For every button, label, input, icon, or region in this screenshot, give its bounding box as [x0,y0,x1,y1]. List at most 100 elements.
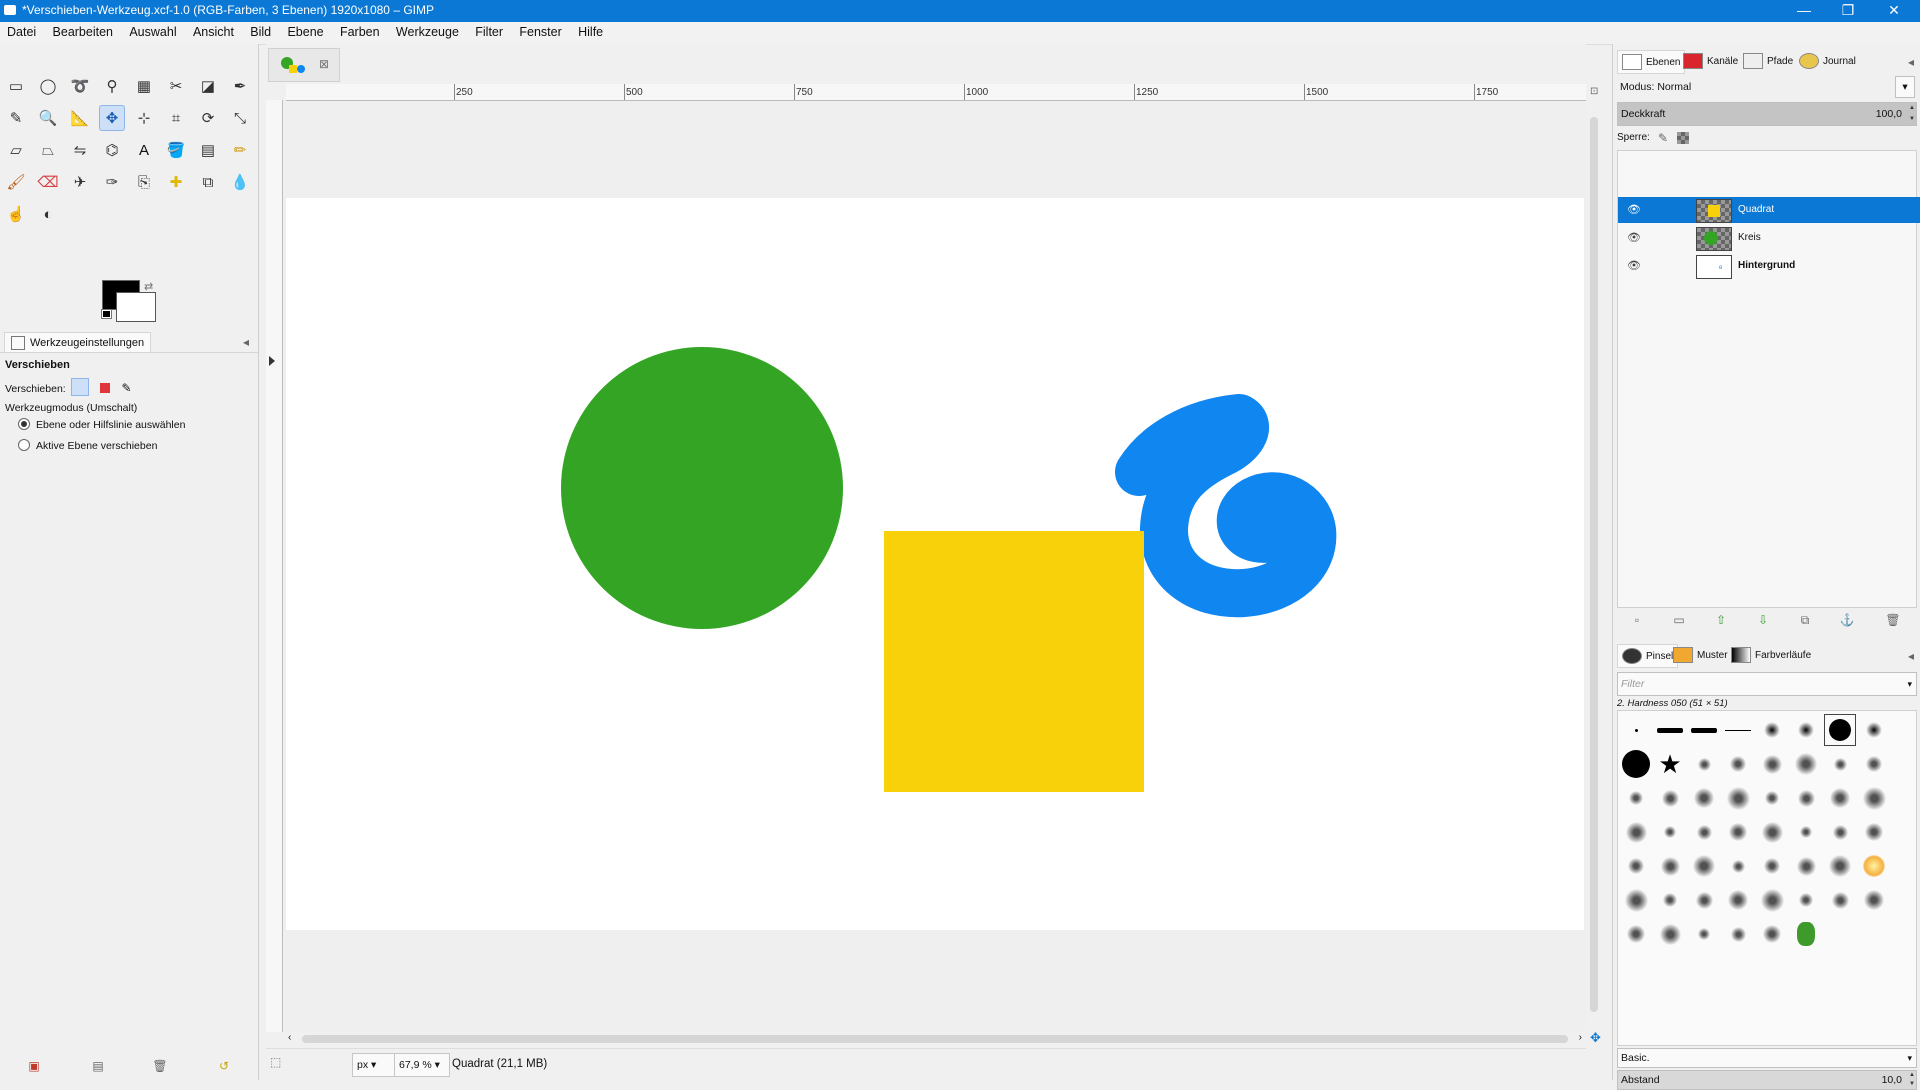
brush-preset-item[interactable] [1791,851,1821,881]
brush-preset-item[interactable] [1621,885,1651,915]
brush-preset-item[interactable] [1825,885,1855,915]
free-select-icon[interactable]: ➰ [67,73,93,99]
brush-preset-item[interactable] [1689,817,1719,847]
brush-preset-item[interactable] [1757,749,1787,779]
brush-preset-item[interactable] [1825,817,1855,847]
configure-tab-icon[interactable]: ◂ [238,334,254,350]
vertical-scroll-thumb[interactable] [1590,117,1598,1012]
blur-icon[interactable]: 💧 [227,169,253,195]
brush-preset-item[interactable] [1757,783,1787,813]
canvas-viewport[interactable] [284,101,1586,1030]
close-button[interactable]: ✕ [1872,0,1916,22]
default-colors-icon[interactable] [102,310,111,318]
radio-move-active-dot[interactable] [18,439,30,451]
brush-preset-item[interactable] [1723,919,1753,949]
spacing-spinner-icon[interactable]: ▲ ▼ [1908,1071,1916,1089]
tab-gradients[interactable]: Farbverläufe [1731,644,1811,666]
cage-icon[interactable]: ⌬ [99,137,125,163]
layer-row-hintergrund[interactable]: 👁 ɞ Hintergrund [1618,253,1920,279]
brush-preset-item[interactable] [1825,851,1855,881]
brush-preset-item[interactable] [1689,749,1719,779]
heal-icon[interactable]: ✚ [163,169,189,195]
brush-preset-item[interactable] [1757,885,1787,915]
delete-layer-icon[interactable]: 🗑 [1885,612,1901,628]
perspective-clone-icon[interactable]: ⧉ [195,169,221,195]
brush-preset-item[interactable] [1689,783,1719,813]
menu-auswahl[interactable]: Auswahl [122,22,182,39]
opacity-slider[interactable]: Deckkraft 100,0 ▲ ▼ [1617,102,1917,126]
background-color-swatch[interactable] [116,292,156,322]
dodge-burn-icon[interactable]: ◐ [35,201,61,227]
brush-preset-item[interactable] [1655,919,1685,949]
tab-patterns[interactable]: Muster [1673,644,1728,666]
fuzzy-select-icon[interactable]: ⚲ [99,73,125,99]
radio-move-active[interactable]: Aktive Ebene verschieben [18,439,157,452]
scroll-left-icon[interactable]: ‹ [288,1032,291,1043]
brush-preset-item[interactable] [1655,851,1685,881]
brush-preset-item[interactable] [1825,749,1855,779]
brush-preset-item[interactable] [1859,851,1889,881]
color-select-icon[interactable]: ▦ [131,73,157,99]
layer-row-quadrat[interactable]: 👁 Quadrat [1618,197,1920,223]
brush-preset-item[interactable] [1621,817,1651,847]
brush-preset-item[interactable] [1621,715,1651,745]
brush-preset-item[interactable] [1791,749,1821,779]
tab-layers[interactable]: Ebenen [1617,50,1686,74]
horizontal-scroll-thumb[interactable] [302,1035,1568,1043]
menu-ansicht[interactable]: Ansicht [186,22,240,39]
move-layer-icon[interactable] [70,378,89,396]
visibility-eye-icon[interactable]: 👁 [1627,259,1641,273]
brush-preset-dropdown-icon[interactable]: ▾ [1907,1049,1912,1067]
quick-mask-icon[interactable]: ⬚ [270,1055,281,1069]
brush-preset-item[interactable] [1791,715,1821,745]
radio-pick-layer-dot[interactable] [18,418,30,430]
brush-preset-item[interactable] [1621,783,1651,813]
move-icon[interactable]: ✥ [99,105,125,131]
brush-preset-item[interactable] [1621,851,1651,881]
scale-icon[interactable]: ⤡ [227,105,253,131]
brush-preset-item[interactable] [1621,749,1651,779]
move-path-icon[interactable]: ✎ [121,381,131,395]
tab-journal[interactable]: Journal [1799,50,1856,72]
paths-icon[interactable]: ✒ [227,73,253,99]
brush-preset-item[interactable] [1859,885,1889,915]
brush-preset-item[interactable] [1723,749,1753,779]
zoom-image-icon[interactable]: ⊡ [1590,86,1598,97]
menu-datei[interactable]: Datei [0,22,42,39]
image-tab[interactable]: ⊠ [268,48,340,82]
brush-preset-item[interactable] [1655,783,1685,813]
brush-filter-input[interactable]: Filter ▾ [1617,672,1917,696]
menu-fenster[interactable]: Fenster [512,22,567,39]
brush-preset-select[interactable]: Basic. ▾ [1617,1048,1917,1068]
image-canvas[interactable] [286,198,1584,930]
brush-preset-item[interactable] [1621,919,1651,949]
scissors-icon[interactable]: ✂ [163,73,189,99]
smudge-icon[interactable]: ☝ [3,201,29,227]
lock-pixels-icon[interactable]: ✎ [1655,130,1671,146]
brush-preset-item[interactable] [1689,851,1719,881]
brush-preset-item[interactable] [1791,817,1821,847]
perspective-icon[interactable]: ⏢ [35,137,61,163]
brush-preset-item[interactable] [1723,851,1753,881]
align-icon[interactable]: ⊹ [131,105,157,131]
brush-preset-item[interactable] [1859,749,1889,779]
spacing-slider[interactable]: Abstand 10,0 ▲ ▼ [1617,1070,1917,1090]
eraser-icon[interactable]: ⌫ [35,169,61,195]
brush-preset-item[interactable] [1757,851,1787,881]
flip-icon[interactable]: ⇋ [67,137,93,163]
crop-icon[interactable]: ⌗ [163,105,189,131]
reset-options-icon[interactable]: ↺ [216,1058,232,1074]
ellipse-select-icon[interactable]: ◯ [35,73,61,99]
clone-icon[interactable]: ⎘ [131,169,157,195]
brush-preset-item[interactable] [1757,715,1787,745]
restore-button[interactable]: ❐ [1826,0,1870,22]
vertical-ruler[interactable] [266,100,283,1032]
lock-alpha-icon[interactable] [1677,132,1689,144]
brush-preset-item[interactable] [1791,783,1821,813]
swap-colors-icon[interactable]: ⇄ [144,280,153,293]
menu-hilfe[interactable]: Hilfe [571,22,609,39]
brush-preset-item[interactable] [1757,817,1787,847]
brushes-configure-icon[interactable]: ◂ [1903,648,1919,664]
menu-ebene[interactable]: Ebene [280,22,329,39]
visibility-eye-icon[interactable]: 👁 [1627,231,1641,245]
